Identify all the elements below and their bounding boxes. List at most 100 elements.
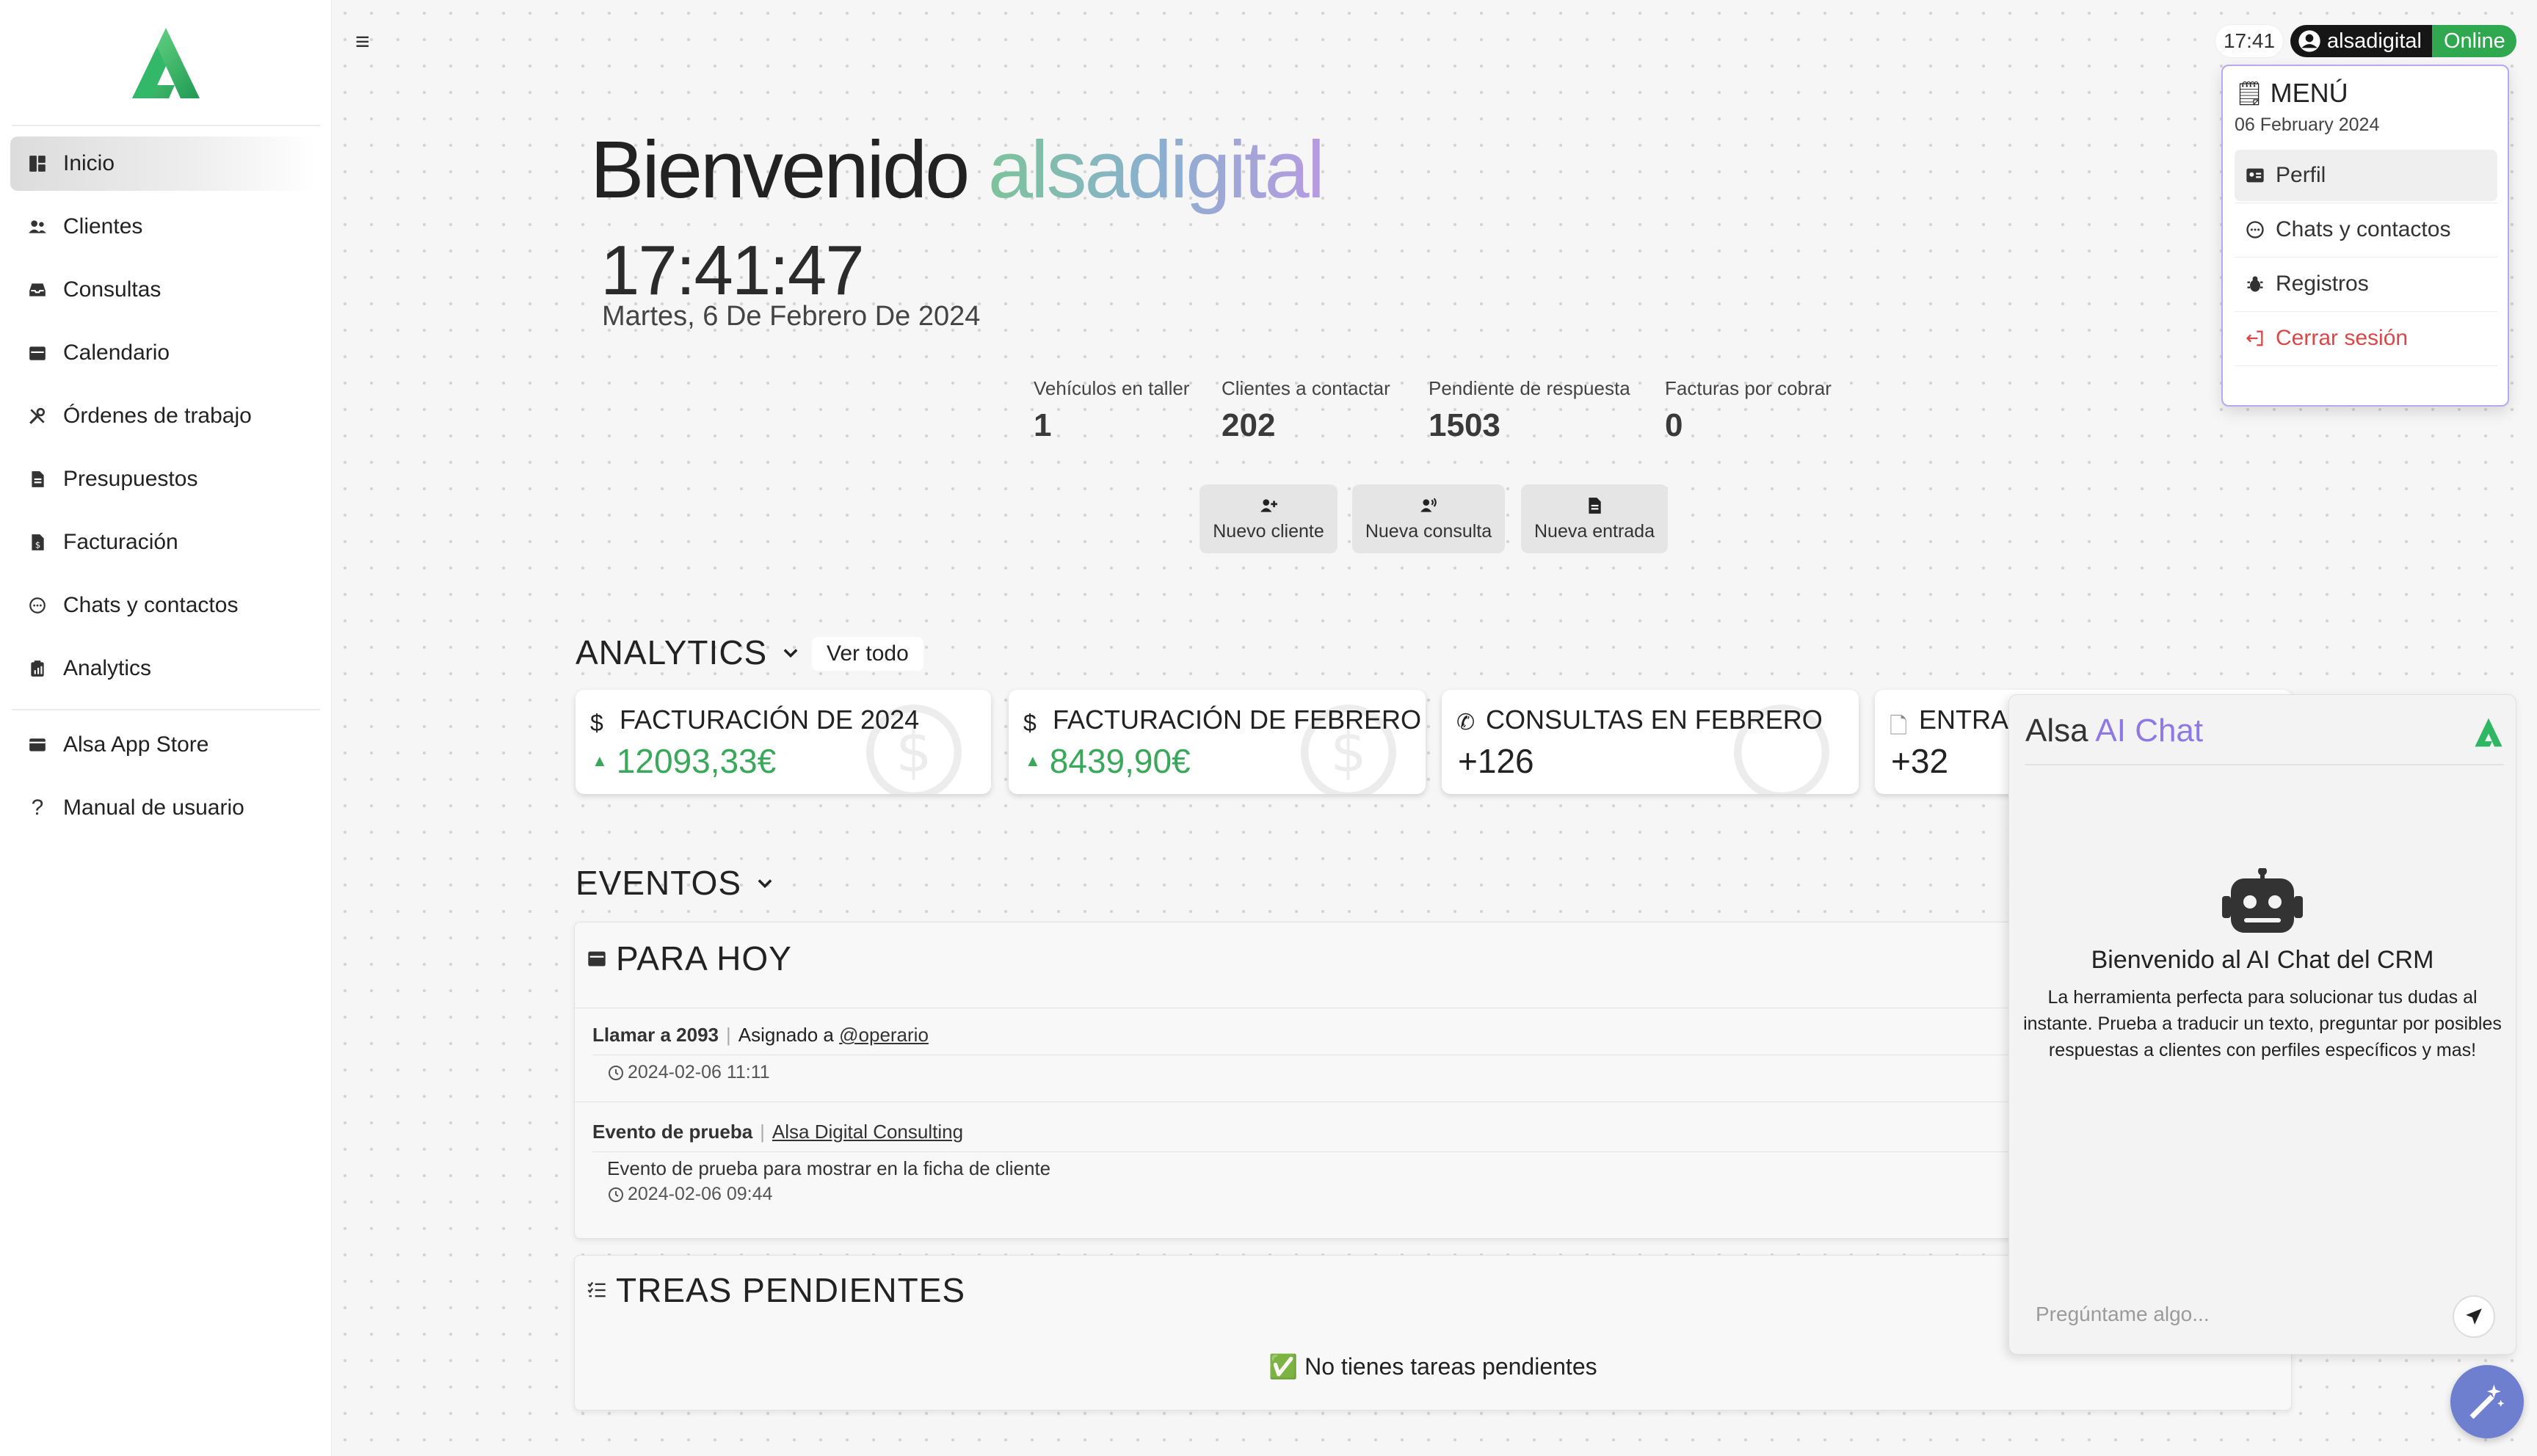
user-circle-icon	[2298, 30, 2320, 52]
sidebar-item-label: Calendario	[63, 341, 170, 365]
panel-title: TREAS PENDIENTES	[587, 1270, 965, 1310]
divider	[2235, 365, 2497, 366]
divider	[2235, 311, 2497, 312]
inbox-icon	[26, 279, 48, 301]
stat-label: Facturas por cobrar	[1665, 377, 1832, 399]
menu-title-text: MENÚ	[2270, 78, 2348, 108]
magic-wand-icon	[2469, 1384, 2505, 1419]
sidebar-item-presupuestos[interactable]: Presupuestos	[10, 452, 316, 506]
card-value-text: +32	[1891, 742, 1949, 780]
divider	[2235, 257, 2497, 258]
card-title: $ FACTURACIÓN DE FEBRERO	[1023, 705, 1421, 736]
sidebar-item-inicio[interactable]: Inicio	[10, 136, 316, 191]
tools-icon	[26, 405, 48, 427]
card-title: $ FACTURACIÓN DE 2024	[590, 705, 919, 736]
sidebar-item-label: Clientes	[63, 214, 143, 239]
events-heading[interactable]: EVENTOS	[576, 863, 775, 903]
stat-clients-to-contact: Clientes a contactar 202	[1222, 377, 1390, 444]
dashboard-icon	[26, 153, 48, 175]
event-description: Evento de prueba para mostrar en la fich…	[607, 1157, 1051, 1179]
stat-value: 202	[1222, 407, 1276, 443]
ai-chat-panel: Alsa AI Chat Bienvenido al AI Chat del C…	[2008, 694, 2516, 1355]
calendar-icon	[588, 951, 606, 967]
sidebar-item-label: Inicio	[63, 151, 115, 175]
analytics-heading[interactable]: ANALYTICS	[576, 633, 801, 672]
live-clock: 17:41:47	[600, 231, 865, 310]
menu-item-profile[interactable]: Perfil	[2235, 150, 2497, 201]
event-client-link[interactable]: Alsa Digital Consulting	[772, 1121, 963, 1143]
sidebar-item-clientes[interactable]: Clientes	[10, 200, 316, 254]
card-value: ▲ 8439,90€	[1025, 741, 1191, 781]
clipboard-chart-icon	[26, 658, 48, 680]
clock-icon	[609, 1065, 623, 1080]
invoice-dollar-icon: $	[26, 531, 48, 553]
magic-wand-button[interactable]	[2450, 1365, 2524, 1438]
card-value-text: +126	[1458, 742, 1534, 780]
card-title-text: CONSULTAS EN FEBRERO	[1486, 705, 1823, 735]
sidebar-item-facturacion[interactable]: $ Facturación	[10, 515, 316, 569]
menu-item-label: Chats y contactos	[2276, 217, 2451, 241]
user-voice-icon	[1420, 498, 1437, 512]
section-title: ANALYTICS	[576, 633, 768, 671]
sidebar-item-calendario[interactable]: Calendario	[10, 326, 316, 380]
phone-icon: ✆	[1456, 710, 1476, 735]
card-billing-year[interactable]: $ $ FACTURACIÓN DE 2024 ▲ 12093,33€	[576, 690, 991, 794]
menu-item-logout[interactable]: Cerrar sesión	[2235, 313, 2497, 364]
sidebar-item-consultas[interactable]: Consultas	[10, 263, 316, 317]
menu-item-registros[interactable]: Registros	[2235, 258, 2497, 310]
chevron-down-icon[interactable]	[755, 873, 775, 893]
event-link-prefix: Asignado a	[738, 1024, 834, 1046]
card-title: 🗋 ENTRAD	[1890, 705, 2028, 738]
panel-title: PARA HOY	[587, 939, 792, 978]
username: alsadigital	[2327, 29, 2422, 53]
menu-item-chats[interactable]: Chats y contactos	[2235, 204, 2497, 255]
list-check-icon	[587, 1281, 606, 1297]
section-title: EVENTOS	[576, 864, 741, 902]
event-item-header: Evento de prueba | Alsa Digital Consulting	[592, 1121, 964, 1143]
event-time-text: 2024-02-06 11:11	[628, 1062, 770, 1082]
sidebar-item-app-store[interactable]: Alsa App Store	[10, 718, 316, 772]
card-billing-month[interactable]: $ $ FACTURACIÓN DE FEBRERO ▲ 8439,90€	[1009, 690, 1426, 794]
id-card-icon	[2246, 168, 2264, 183]
stat-value: 1	[1034, 407, 1052, 443]
sidebar-item-chats[interactable]: Chats y contactos	[10, 578, 316, 633]
alsa-logo[interactable]	[129, 25, 203, 101]
send-button[interactable]	[2453, 1295, 2495, 1338]
sidebar-item-ordenes[interactable]: Órdenes de trabajo	[10, 389, 316, 443]
new-entry-button[interactable]: Nueva entrada	[1521, 484, 1668, 553]
chevron-down-icon[interactable]	[780, 642, 801, 663]
welcome-brand: alsadigital	[987, 125, 1325, 215]
alsa-logo-icon	[2475, 718, 2502, 747]
card-queries-month[interactable]: ✆ CONSULTAS EN FEBRERO +126	[1442, 690, 1859, 794]
user-status-pill[interactable]: alsadigital Online	[2290, 25, 2516, 57]
sidebar-item-label: Chats y contactos	[63, 593, 239, 617]
sidebar-item-label: Órdenes de trabajo	[63, 404, 252, 428]
question-icon: ?	[31, 796, 44, 820]
dollar-icon: $	[1023, 710, 1037, 736]
user-plus-icon	[1260, 498, 1277, 512]
event-time: 2024-02-06 09:44	[607, 1184, 772, 1205]
card-value: +126	[1458, 741, 1534, 781]
event-time-text: 2024-02-06 09:44	[628, 1184, 773, 1204]
hamburger-menu-icon[interactable]: ≡	[355, 28, 370, 57]
topbar-clock: 17:41	[2215, 25, 2283, 57]
card-value-text: 12093,33€	[616, 742, 777, 780]
new-query-button[interactable]: Nueva consulta	[1352, 484, 1505, 553]
sidebar-item-analytics[interactable]: Analytics	[10, 641, 316, 696]
robot-icon	[2222, 868, 2303, 933]
user-name-badge[interactable]: alsadigital	[2290, 25, 2432, 57]
panel-title-text: TREAS PENDIENTES	[616, 1271, 966, 1309]
sidebar-divider	[12, 709, 320, 710]
sidebar-divider	[12, 125, 320, 126]
sidebar-item-manual[interactable]: ? Manual de usuario	[10, 781, 316, 835]
stat-label: Pendiente de respuesta	[1429, 377, 1630, 399]
see-all-button[interactable]: Ver todo	[812, 637, 923, 671]
chat-title-prefix: Alsa	[2025, 713, 2088, 749]
event-name: Llamar a 2093	[592, 1024, 719, 1046]
sidebar: Inicio Clientes Consultas Calendario Órd…	[0, 0, 332, 1456]
divider	[2025, 764, 2504, 765]
welcome-heading: Bienvenido alsadigital	[590, 123, 1325, 216]
event-assignee-link[interactable]: @operario	[839, 1024, 929, 1046]
new-client-button[interactable]: Nuevo cliente	[1199, 484, 1338, 553]
chat-input[interactable]	[2036, 1303, 2432, 1326]
